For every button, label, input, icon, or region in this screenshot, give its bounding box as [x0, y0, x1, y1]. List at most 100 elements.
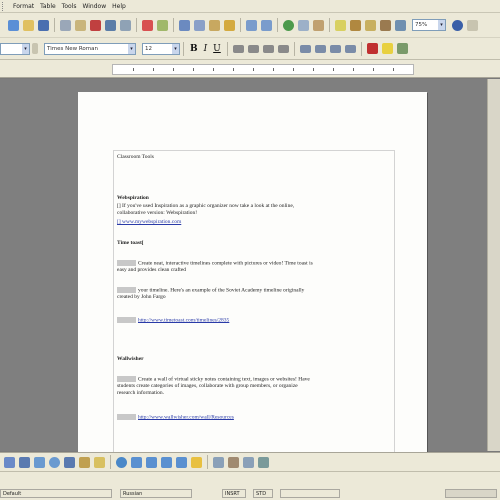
text-area[interactable]: Classroom Tools Webspiration [] If you'v… — [113, 150, 395, 456]
menu-help[interactable]: Help — [112, 3, 126, 10]
highlighting-icon[interactable] — [381, 43, 393, 54]
rectangle-icon[interactable] — [34, 456, 45, 468]
nonprinting-characters-icon[interactable] — [395, 19, 406, 31]
stars-icon[interactable] — [191, 456, 202, 468]
formatting-toolbar: ▾ Times New Roman ▾ 12 ▾ B I U — [0, 38, 500, 60]
link-line: http://www.wallwisher.com/wall/Resources — [117, 414, 234, 420]
email-icon[interactable] — [60, 19, 71, 31]
justify-icon[interactable] — [277, 44, 289, 53]
align-right-icon[interactable] — [262, 44, 274, 53]
callouts-icon[interactable] — [176, 456, 187, 468]
text-icon[interactable] — [79, 456, 90, 468]
toolbar-options-icon[interactable] — [467, 19, 478, 31]
edit-file-icon[interactable] — [75, 19, 86, 31]
save-icon[interactable] — [38, 19, 49, 31]
align-center-icon[interactable] — [247, 44, 259, 53]
numbering-icon[interactable] — [299, 44, 311, 53]
hyperlink-icon[interactable] — [283, 19, 294, 31]
vertical-scrollbar[interactable] — [487, 79, 500, 451]
link-timetoast[interactable]: http://www.timetoast.com/timelines/2835 — [138, 317, 229, 323]
points-icon[interactable] — [213, 456, 224, 468]
heading-time-toast: Time toast[ — [117, 240, 144, 246]
align-left-icon[interactable] — [232, 44, 244, 53]
body-line: [] If you've used Inspiration as a graph… — [117, 203, 295, 209]
bullets-icon[interactable] — [314, 44, 326, 53]
italic-button[interactable]: I — [204, 44, 208, 54]
body-line: collaborative version: Webspiration! — [117, 210, 198, 216]
undo-icon[interactable] — [246, 19, 257, 31]
line-icon[interactable] — [19, 456, 30, 468]
table-icon[interactable] — [298, 19, 309, 31]
body-line: students create categories of images, co… — [117, 383, 298, 389]
navigator-icon[interactable] — [350, 19, 361, 31]
body-line: easy and provides clean crafted — [117, 267, 187, 273]
menu-bar: Format Table Tools Window Help — [0, 0, 500, 13]
heading-wallwisher: Wallwisher — [117, 356, 144, 362]
status-language[interactable]: Russian — [120, 489, 192, 498]
redo-icon[interactable] — [261, 19, 272, 31]
new-document-icon[interactable] — [8, 19, 19, 31]
underline-button[interactable]: U — [213, 44, 221, 54]
drawing-toolbar — [0, 452, 500, 471]
copy-icon[interactable] — [194, 19, 205, 31]
block-arrows-icon[interactable] — [146, 456, 157, 468]
from-file-icon[interactable] — [243, 456, 254, 468]
menu-window[interactable]: Window — [82, 3, 106, 10]
paragraph-style-select[interactable]: ▾ — [0, 42, 30, 55]
font-color-icon[interactable] — [366, 43, 378, 54]
status-bar: Default Russian INSRT STD — [0, 471, 500, 500]
background-color-icon[interactable] — [396, 43, 408, 54]
extrusion-icon[interactable] — [258, 456, 269, 468]
status-modified — [280, 489, 340, 498]
open-folder-icon[interactable] — [23, 19, 34, 31]
increase-indent-icon[interactable] — [344, 44, 356, 53]
fontwork-icon[interactable] — [228, 456, 239, 468]
status-selection-mode[interactable]: STD — [253, 489, 273, 498]
link-wallwisher[interactable]: http://www.wallwisher.com/wall/Resources — [138, 414, 234, 420]
horizontal-ruler[interactable] — [0, 60, 500, 78]
body-line: Create a wall of virtual sticky notes co… — [117, 376, 310, 382]
status-insert-mode[interactable]: INSRT — [222, 489, 246, 498]
print-preview-icon[interactable] — [120, 19, 131, 31]
export-pdf-icon[interactable] — [90, 19, 101, 31]
ellipse-icon[interactable] — [49, 456, 60, 468]
show-draw-functions-icon[interactable] — [313, 19, 324, 31]
document-page[interactable]: Classroom Tools Webspiration [] If you'v… — [78, 92, 427, 456]
font-size-select[interactable]: 12 ▾ — [142, 42, 180, 55]
toolbar-grip[interactable] — [2, 1, 7, 11]
menu-tools[interactable]: Tools — [62, 3, 77, 10]
freeform-icon[interactable] — [64, 456, 75, 468]
status-page-style[interactable]: Default — [0, 489, 112, 498]
body-line: created by John Fargo — [117, 294, 166, 300]
decrease-indent-icon[interactable] — [329, 44, 341, 53]
select-icon[interactable] — [4, 456, 15, 468]
paste-icon[interactable] — [209, 19, 220, 31]
format-paintbrush-icon[interactable] — [224, 19, 235, 31]
flowcharts-icon[interactable] — [161, 456, 172, 468]
symbol-shapes-icon[interactable] — [131, 456, 142, 468]
autocheck-icon[interactable] — [157, 19, 168, 31]
body-line: Create neat, interactive timelines compl… — [117, 260, 313, 266]
link-webspiration[interactable]: [] www.mywebspiration.com — [117, 219, 181, 225]
print-icon[interactable] — [105, 19, 116, 31]
heading-webspiration: Webspiration — [117, 195, 149, 201]
menu-format[interactable]: Format — [13, 3, 34, 10]
data-sources-icon[interactable] — [380, 19, 391, 31]
cut-icon[interactable] — [179, 19, 190, 31]
document-title: Classroom Tools — [117, 154, 154, 160]
zoom-select[interactable]: 75% ▾ — [412, 19, 446, 31]
callout-icon[interactable] — [94, 456, 105, 468]
link-line: http://www.timetoast.com/timelines/2835 — [117, 317, 229, 323]
basic-shapes-icon[interactable] — [116, 456, 127, 468]
bold-button[interactable]: B — [190, 44, 198, 54]
ruler-strip[interactable] — [112, 64, 414, 75]
find-replace-icon[interactable] — [335, 19, 346, 31]
spellcheck-icon[interactable] — [142, 19, 153, 31]
menu-table[interactable]: Table — [40, 3, 56, 10]
font-name-select[interactable]: Times New Roman ▾ — [44, 42, 136, 55]
status-view-layout[interactable] — [445, 489, 497, 498]
help-icon[interactable] — [452, 19, 463, 31]
styles-icon[interactable] — [32, 43, 38, 54]
gallery-icon[interactable] — [365, 19, 376, 31]
standard-toolbar: 75% ▾ — [0, 13, 500, 38]
